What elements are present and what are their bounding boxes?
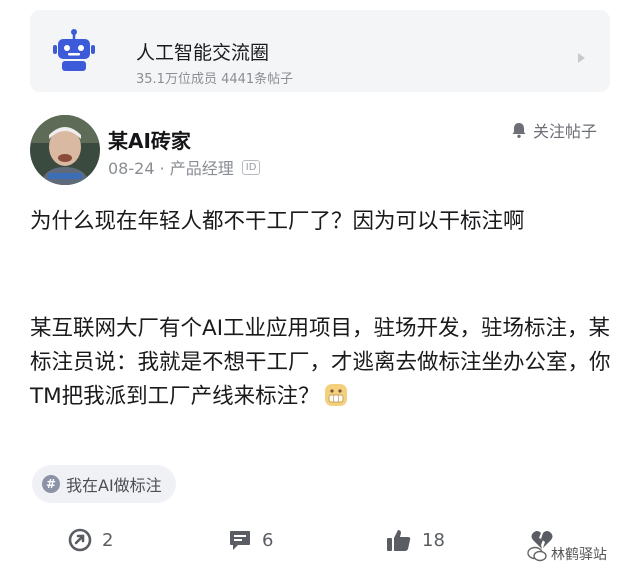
topic-tag[interactable]: # 我在AI做标注	[32, 465, 176, 503]
share-button[interactable]: 2	[68, 528, 113, 552]
watermark: 林鹤驿站	[527, 544, 607, 564]
avatar[interactable]	[30, 115, 100, 185]
topic-label: 我在AI做标注	[66, 476, 162, 495]
hashtag-icon: #	[42, 475, 60, 493]
post-text-2: 某互联网大厂有个AI工业应用项目，驻场开发，驻场标注，某标注员说：我就是不想干工…	[30, 316, 611, 409]
wechat-icon	[527, 546, 547, 562]
comment-icon	[230, 531, 250, 550]
share-icon	[68, 528, 92, 552]
grimace-emoji-icon	[324, 384, 347, 406]
post-paragraph-2: 某互联网大厂有个AI工业应用项目，驻场开发，驻场标注，某标注员说：我就是不想干工…	[30, 312, 615, 414]
like-button[interactable]: 18	[386, 528, 445, 552]
author-meta-text: 08-24 · 产品经理	[108, 159, 234, 178]
follow-label: 关注帖子	[533, 122, 598, 141]
thumbs-up-icon	[387, 530, 411, 551]
id-badge: ID	[241, 159, 261, 175]
watermark-text: 林鹤驿站	[551, 547, 607, 563]
community-stats: 35.1万位成员 4441条帖子	[136, 72, 294, 87]
like-count: 18	[422, 529, 445, 551]
post-paragraph-1: 为什么现在年轻人都不干工厂了？因为可以干标注啊	[30, 205, 615, 239]
author-meta: 08-24 · 产品经理 ID	[108, 155, 261, 179]
comment-count: 6	[262, 529, 274, 551]
follow-post-button[interactable]: 关注帖子	[510, 118, 597, 142]
comment-button[interactable]: 6	[228, 528, 273, 552]
community-name[interactable]: 人工智能交流圈	[136, 38, 269, 65]
chevron-right-icon	[578, 53, 585, 63]
bell-icon	[512, 123, 526, 138]
share-count: 2	[102, 529, 114, 551]
avatar-photo	[30, 115, 100, 185]
community-card[interactable]: 人工智能交流圈 35.1万位成员 4441条帖子	[30, 10, 610, 92]
post-text-1: 为什么现在年轻人都不干工厂了？因为可以干标注啊	[30, 209, 525, 234]
robot-icon	[53, 29, 95, 71]
author-name[interactable]: 某AI砖家	[108, 125, 191, 154]
